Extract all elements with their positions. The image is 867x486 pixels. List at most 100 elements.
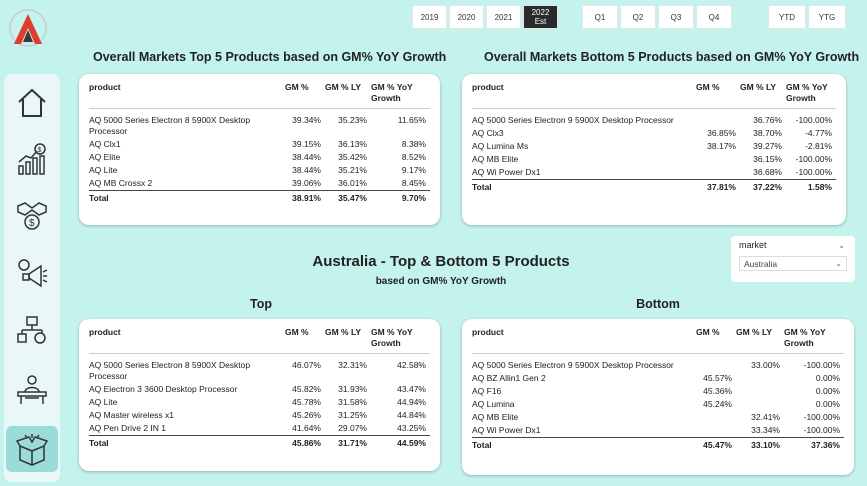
cell-product: AQ MB Elite bbox=[472, 154, 519, 164]
nav-marketing[interactable] bbox=[6, 250, 58, 296]
total-gm-ly: 35.47% bbox=[325, 190, 371, 205]
market-dropdown[interactable]: Australia ⌄ bbox=[739, 256, 847, 271]
cell-gm: 39.06% bbox=[292, 178, 321, 188]
overall-top-table: product GM % GM % LY GM % YoY Growth AQ … bbox=[89, 82, 430, 205]
year-2019-button[interactable]: 2019 bbox=[412, 5, 447, 29]
col-yoy: GM % YoY Growth bbox=[786, 82, 828, 103]
table-row[interactable]: AQ 5000 Series Electron 9 5900X Desktop … bbox=[472, 109, 836, 128]
cell-yoy: -2.81% bbox=[805, 141, 832, 151]
overall-bottom-card: product GM % GM % LY GM % YoY Growth AQ … bbox=[462, 74, 846, 225]
cell-yoy: 0.00% bbox=[815, 373, 840, 383]
cell-gm: 38.17% bbox=[707, 141, 736, 151]
cell-gm: 41.64% bbox=[292, 423, 321, 433]
table-row[interactable]: AQ Master wireless x1 45.26% 31.25% 44.84% bbox=[89, 409, 430, 422]
quarter-q3-button[interactable]: Q3 bbox=[658, 5, 694, 29]
cell-yoy: 8.45% bbox=[401, 178, 426, 188]
total-gm-ly: 37.22% bbox=[740, 179, 786, 194]
quarter-q1-button[interactable]: Q1 bbox=[582, 5, 618, 29]
table-row[interactable]: AQ MB Elite 36.15% -100.00% bbox=[472, 153, 836, 166]
quarter-q2-button[interactable]: Q2 bbox=[620, 5, 656, 29]
total-row: Total 38.91% 35.47% 9.70% bbox=[89, 190, 430, 205]
col-yoy: GM % YoY Growth bbox=[371, 82, 413, 103]
table-row[interactable]: AQ F16 45.36% 0.00% bbox=[472, 385, 844, 398]
cell-gm: 45.36% bbox=[703, 386, 732, 396]
total-row: Total 45.86% 31.71% 44.59% bbox=[89, 435, 430, 450]
svg-text:$: $ bbox=[29, 218, 35, 229]
cell-product: AQ Pen Drive 2 IN 1 bbox=[89, 423, 167, 433]
table-row[interactable]: AQ Wi Power Dx1 36.68% -100.00% bbox=[472, 166, 836, 180]
cell-gm bbox=[696, 166, 740, 180]
table-row[interactable]: AQ 5000 Series Electron 8 5900X Desktop … bbox=[89, 109, 430, 139]
cell-product: AQ Wi Power Dx1 bbox=[472, 425, 541, 435]
cell-product: AQ Lumina Ms bbox=[472, 141, 529, 151]
overall-bottom-table: product GM % GM % LY GM % YoY Growth AQ … bbox=[472, 82, 836, 194]
nav-supply-chain[interactable] bbox=[6, 308, 58, 354]
quarter-q4-button[interactable]: Q4 bbox=[696, 5, 732, 29]
total-row: Total 45.47% 33.10% 37.36% bbox=[472, 437, 844, 452]
cell-gm-ly: 36.01% bbox=[338, 178, 367, 188]
table-row[interactable]: AQ Elite 38.44% 35.42% 8.52% bbox=[89, 151, 430, 164]
cell-yoy: -100.00% bbox=[795, 154, 832, 164]
cell-product: AQ Master wireless x1 bbox=[89, 410, 175, 420]
cell-gm-ly: 31.93% bbox=[338, 384, 367, 394]
table-row[interactable]: AQ Clx3 36.85% 38.70% -4.77% bbox=[472, 127, 836, 140]
cell-gm bbox=[696, 424, 736, 438]
cell-yoy: 43.25% bbox=[397, 423, 426, 433]
table-row[interactable]: AQ Lite 38.44% 35.21% 9.17% bbox=[89, 164, 430, 177]
cell-gm: 45.24% bbox=[703, 399, 732, 409]
table-row[interactable]: AQ Pen Drive 2 IN 1 41.64% 29.07% 43.25% bbox=[89, 422, 430, 436]
product-box-icon bbox=[15, 434, 49, 466]
cell-gm: 36.85% bbox=[707, 128, 736, 138]
nav-executive[interactable] bbox=[6, 366, 58, 412]
nav-sales[interactable]: $ bbox=[6, 136, 58, 182]
bottom-label: Bottom bbox=[636, 297, 680, 311]
svg-text:$: $ bbox=[38, 147, 42, 154]
year-2021-button[interactable]: 2021 bbox=[486, 5, 521, 29]
table-row[interactable]: AQ Clx1 39.15% 36.13% 8.38% bbox=[89, 138, 430, 151]
cell-gm: 38.44% bbox=[292, 152, 321, 162]
cell-yoy: 9.17% bbox=[401, 165, 426, 175]
cell-yoy: -100.00% bbox=[795, 167, 832, 177]
table-row[interactable]: AQ Lite 45.78% 31.58% 44.94% bbox=[89, 396, 430, 409]
nav-products[interactable] bbox=[6, 426, 58, 472]
cell-gm-ly: 36.13% bbox=[338, 139, 367, 149]
col-yoy: GM % YoY Growth bbox=[784, 327, 826, 348]
cell-gm: 45.82% bbox=[292, 384, 321, 394]
cell-product: AQ Electron 3 3600 Desktop Processor bbox=[89, 384, 238, 394]
total-label: Total bbox=[472, 437, 696, 452]
table-row[interactable]: AQ BZ Allin1 Gen 2 45.57% 0.00% bbox=[472, 372, 844, 385]
table-row[interactable]: AQ Wi Power Dx1 33.34% -100.00% bbox=[472, 424, 844, 438]
cell-product: AQ Lumina bbox=[472, 399, 515, 409]
chevron-down-icon[interactable]: ⌄ bbox=[838, 241, 845, 250]
nav-home[interactable] bbox=[6, 80, 58, 126]
table-row[interactable]: AQ Lumina Ms 38.17% 39.27% -2.81% bbox=[472, 140, 836, 153]
cell-product: AQ 5000 Series Electron 9 5900X Desktop … bbox=[472, 115, 674, 125]
table-row[interactable]: AQ Electron 3 3600 Desktop Processor 45.8… bbox=[89, 383, 430, 396]
col-gm-ly: GM % LY bbox=[740, 82, 777, 92]
year-2022-est-label: 2022 Est bbox=[531, 8, 550, 26]
year-2022-est-button[interactable]: 2022 Est bbox=[523, 5, 558, 29]
table-row[interactable]: AQ Lumina 45.24% 0.00% bbox=[472, 398, 844, 411]
table-row[interactable]: AQ 5000 Series Electron 8 5900X Desktop … bbox=[89, 354, 430, 384]
cell-product: AQ Clx1 bbox=[89, 139, 121, 149]
australia-top-table: product GM % GM % LY GM % YoY Growth AQ … bbox=[89, 327, 430, 450]
ytd-button[interactable]: YTD bbox=[768, 5, 806, 29]
cell-yoy: -4.77% bbox=[805, 128, 832, 138]
nav-finance[interactable]: $ bbox=[6, 192, 58, 238]
cell-gm-ly: 31.25% bbox=[338, 410, 367, 420]
cell-product: AQ BZ Allin1 Gen 2 bbox=[472, 373, 546, 383]
australia-bottom-card: product GM % GM % LY GM % YoY Growth AQ … bbox=[462, 319, 854, 475]
ytg-button[interactable]: YTG bbox=[808, 5, 846, 29]
table-row[interactable]: AQ MB Elite 32.41% -100.00% bbox=[472, 411, 844, 424]
cell-yoy: -100.00% bbox=[803, 425, 840, 435]
cell-gm-ly: 38.70% bbox=[753, 128, 782, 138]
cell-gm: 39.34% bbox=[292, 115, 321, 125]
table-row[interactable]: AQ 5000 Series Electron 9 5900X Desktop … bbox=[472, 354, 844, 373]
year-2020-button[interactable]: 2020 bbox=[449, 5, 484, 29]
cell-product: AQ Elite bbox=[89, 152, 121, 162]
cell-gm: 39.15% bbox=[292, 139, 321, 149]
cell-yoy: 8.52% bbox=[401, 152, 426, 162]
cell-gm bbox=[696, 153, 740, 166]
col-gm: GM % bbox=[696, 327, 720, 337]
table-row[interactable]: AQ MB Crossx 2 39.06% 36.01% 8.45% bbox=[89, 177, 430, 191]
